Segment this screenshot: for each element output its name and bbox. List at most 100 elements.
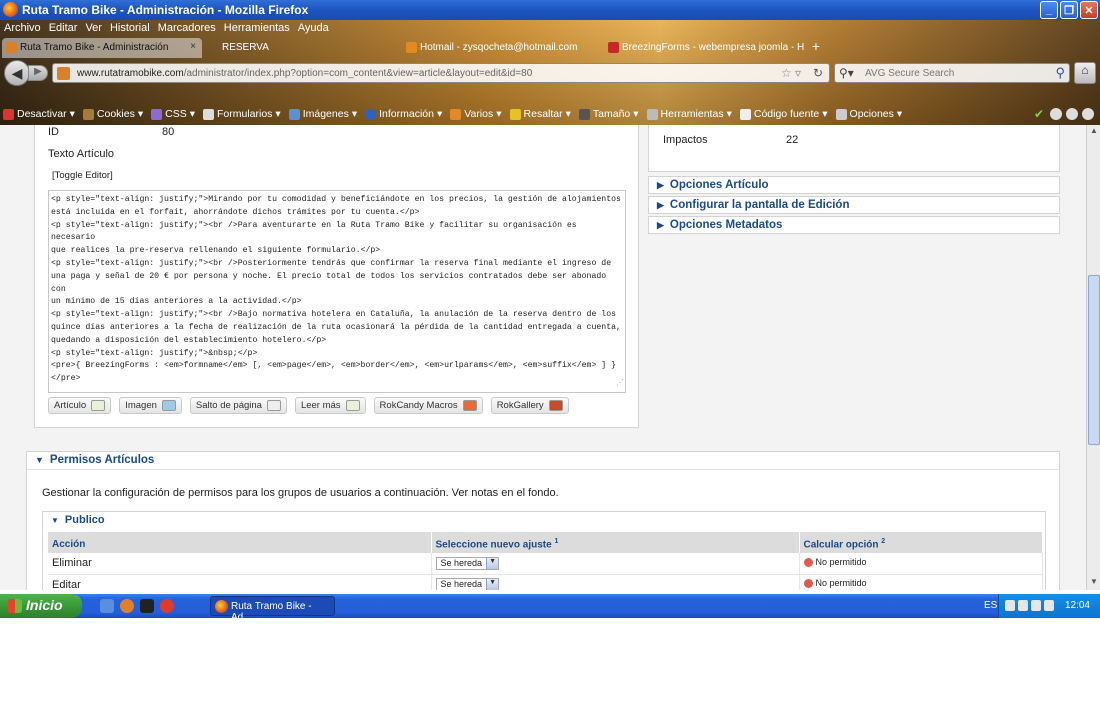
article-text-editor[interactable]: <p style="text-align: justify;">Mirando … [48,190,626,393]
minimize-button[interactable]: _ [1040,1,1058,19]
tray-icon[interactable] [1031,600,1041,611]
check-icon: ✔ [1034,107,1045,121]
denied-icon [803,578,813,588]
tb-tamano[interactable]: Tamaño ▾ [576,105,644,124]
rokgallery-button[interactable]: RokGallery [490,397,569,414]
tray-icon[interactable] [1005,600,1015,611]
scroll-down-icon[interactable]: ▼ [1088,577,1100,589]
firefox-icon [215,600,228,613]
quicklaunch-icon[interactable] [100,599,114,613]
tb-formularios[interactable]: Formularios ▾ [200,105,286,124]
maximize-button[interactable]: ❐ [1060,1,1078,19]
table-row: Editar Se hereda ▼ No permitido [48,574,1043,590]
network-icon[interactable] [1018,600,1028,611]
windows-taskbar: Inicio Ruta Tramo Bike - Ad... ES 12:04 [0,594,1100,623]
forward-button[interactable]: ▶ [28,65,48,81]
taskbar-task-firefox[interactable]: Ruta Tramo Bike - Ad... [210,596,335,623]
accordion-opciones-articulo[interactable]: ▶ Opciones Artículo [648,176,1060,194]
menu-ver[interactable]: Ver [81,20,106,37]
css-icon [151,109,163,120]
url-text[interactable]: www.rutatramobike.com/administrator/inde… [77,68,532,79]
chrome-quicklaunch-icon[interactable] [160,599,174,613]
tb-imagenes[interactable]: Imágenes ▾ [286,105,362,124]
editor-content: <p style="text-align: justify;">Mirando … [51,195,621,384]
tb-herramientas[interactable]: Herramientas ▾ [644,105,737,124]
tb-cookies[interactable]: Cookies ▾ [80,105,148,124]
menu-archivo[interactable]: Archivo [0,20,45,37]
imagen-button[interactable]: Imagen [119,397,182,414]
permissions-group-publico: ▼ Publico Acción Seleccione nuevo ajuste … [42,511,1046,590]
tb-css[interactable]: CSS ▾ [148,105,200,124]
tab-label: RESERVA [222,42,269,53]
toggle-editor-link[interactable]: [Toggle Editor] [52,170,113,181]
search-engine-icon[interactable]: ⚲▾ [839,66,854,80]
rokcandy-macros-button[interactable]: RokCandy Macros [373,397,483,414]
chevron-down-icon: ▼ [486,557,499,569]
setting-select[interactable]: Se hereda ▼ [435,578,500,590]
blank-favicon-icon [208,42,219,53]
menu-historial[interactable]: Historial [106,20,154,37]
not-allowed-badge: No permitido [803,557,867,567]
rokgallery-icon [548,400,563,411]
tb-resaltar[interactable]: Resaltar ▾ [507,105,576,124]
resize-handle-icon[interactable]: ⋰ [616,378,624,391]
hits-label: Impactos [663,134,708,146]
app-quicklaunch-icon[interactable] [140,599,154,613]
article-text-label: Texto Artículo [48,148,115,160]
scroll-up-icon[interactable]: ▲ [1088,126,1100,138]
setting-select[interactable]: Se hereda ▼ [435,556,500,570]
permissions-header[interactable]: ▼ Permisos Artículos [27,452,1059,470]
reload-icon[interactable]: ↻ [813,66,823,80]
col-calcular-opcion: Calcular opción 2 [799,532,1043,553]
accordion-opciones-metadatos[interactable]: ▶ Opciones Metadatos [648,216,1060,234]
bookmark-star-icon[interactable]: ☆ ▿ [781,66,801,80]
scrollbar-thumb[interactable] [1088,275,1100,445]
vertical-scrollbar[interactable]: ▲ ▼ [1086,125,1100,590]
salto-pagina-button[interactable]: Salto de página [189,397,287,414]
hits-value: 22 [786,134,799,146]
web-developer-toolbar: Desactivar ▾ Cookies ▾ CSS ▾ Formularios ▾ I… [0,105,1100,124]
tray-icon[interactable] [1044,600,1054,611]
expand-arrow-icon: ▶ [657,180,664,190]
group-header[interactable]: ▼ Publico [43,512,1045,530]
misc-icon [450,109,462,120]
tab-close-icon[interactable]: × [190,41,196,52]
menu-editar[interactable]: Editar [45,20,82,37]
back-button[interactable]: ◀ [4,60,30,86]
tb-informacion[interactable]: Información ▾ [362,105,447,124]
menu-herramientas[interactable]: Herramientas [220,20,294,37]
tb-desactivar[interactable]: Desactivar ▾ [0,105,80,124]
menu-marcadores[interactable]: Marcadores [154,20,220,37]
article-icon [91,400,106,411]
options-icon [835,109,847,120]
home-button[interactable]: ⌂ [1074,62,1096,84]
site-identity-icon[interactable] [57,67,70,80]
tb-varios[interactable]: Varios ▾ [447,105,506,124]
disable-icon [3,109,14,120]
search-icon[interactable]: ⚲ [1055,65,1065,81]
windows-logo-icon [8,599,22,613]
hotmail-favicon-icon [406,42,417,53]
tab-admin[interactable]: Ruta Tramo Bike - Administración × [2,38,202,58]
setting-cell: Se hereda ▼ [431,553,800,575]
tb-codigo-fuente[interactable]: Código fuente ▾ [737,105,833,124]
accordion-configurar-pantalla[interactable]: ▶ Configurar la pantalla de Edición [648,196,1060,214]
tab-hotmail[interactable]: Hotmail - zysqocheta@hotmail.com [402,38,602,58]
expand-arrow-icon: ▶ [657,200,664,210]
url-bar[interactable]: www.rutatramobike.com/administrator/inde… [52,63,830,83]
articulo-button[interactable]: Artículo [48,397,112,414]
tb-opciones[interactable]: Opciones ▾ [833,105,908,124]
start-button[interactable]: Inicio [0,594,82,618]
menu-ayuda[interactable]: Ayuda [294,20,333,37]
close-window-button[interactable]: ✕ [1080,1,1098,19]
setting-cell: Se hereda ▼ [431,574,800,590]
tab-breezingforms[interactable]: BreezingForms - webempresa joomla - Ho..… [604,38,804,58]
leer-mas-button[interactable]: Leer más [294,397,366,414]
language-indicator[interactable]: ES [984,600,997,611]
action-cell: Editar [48,574,432,590]
tab-reserva[interactable]: RESERVA [204,38,400,58]
search-bar[interactable]: ⚲▾ AVG Secure Search ⚲ [834,63,1070,83]
webempresa-favicon-icon [608,42,619,53]
firefox-quicklaunch-icon[interactable] [120,599,134,613]
new-tab-button[interactable]: + [806,38,826,58]
